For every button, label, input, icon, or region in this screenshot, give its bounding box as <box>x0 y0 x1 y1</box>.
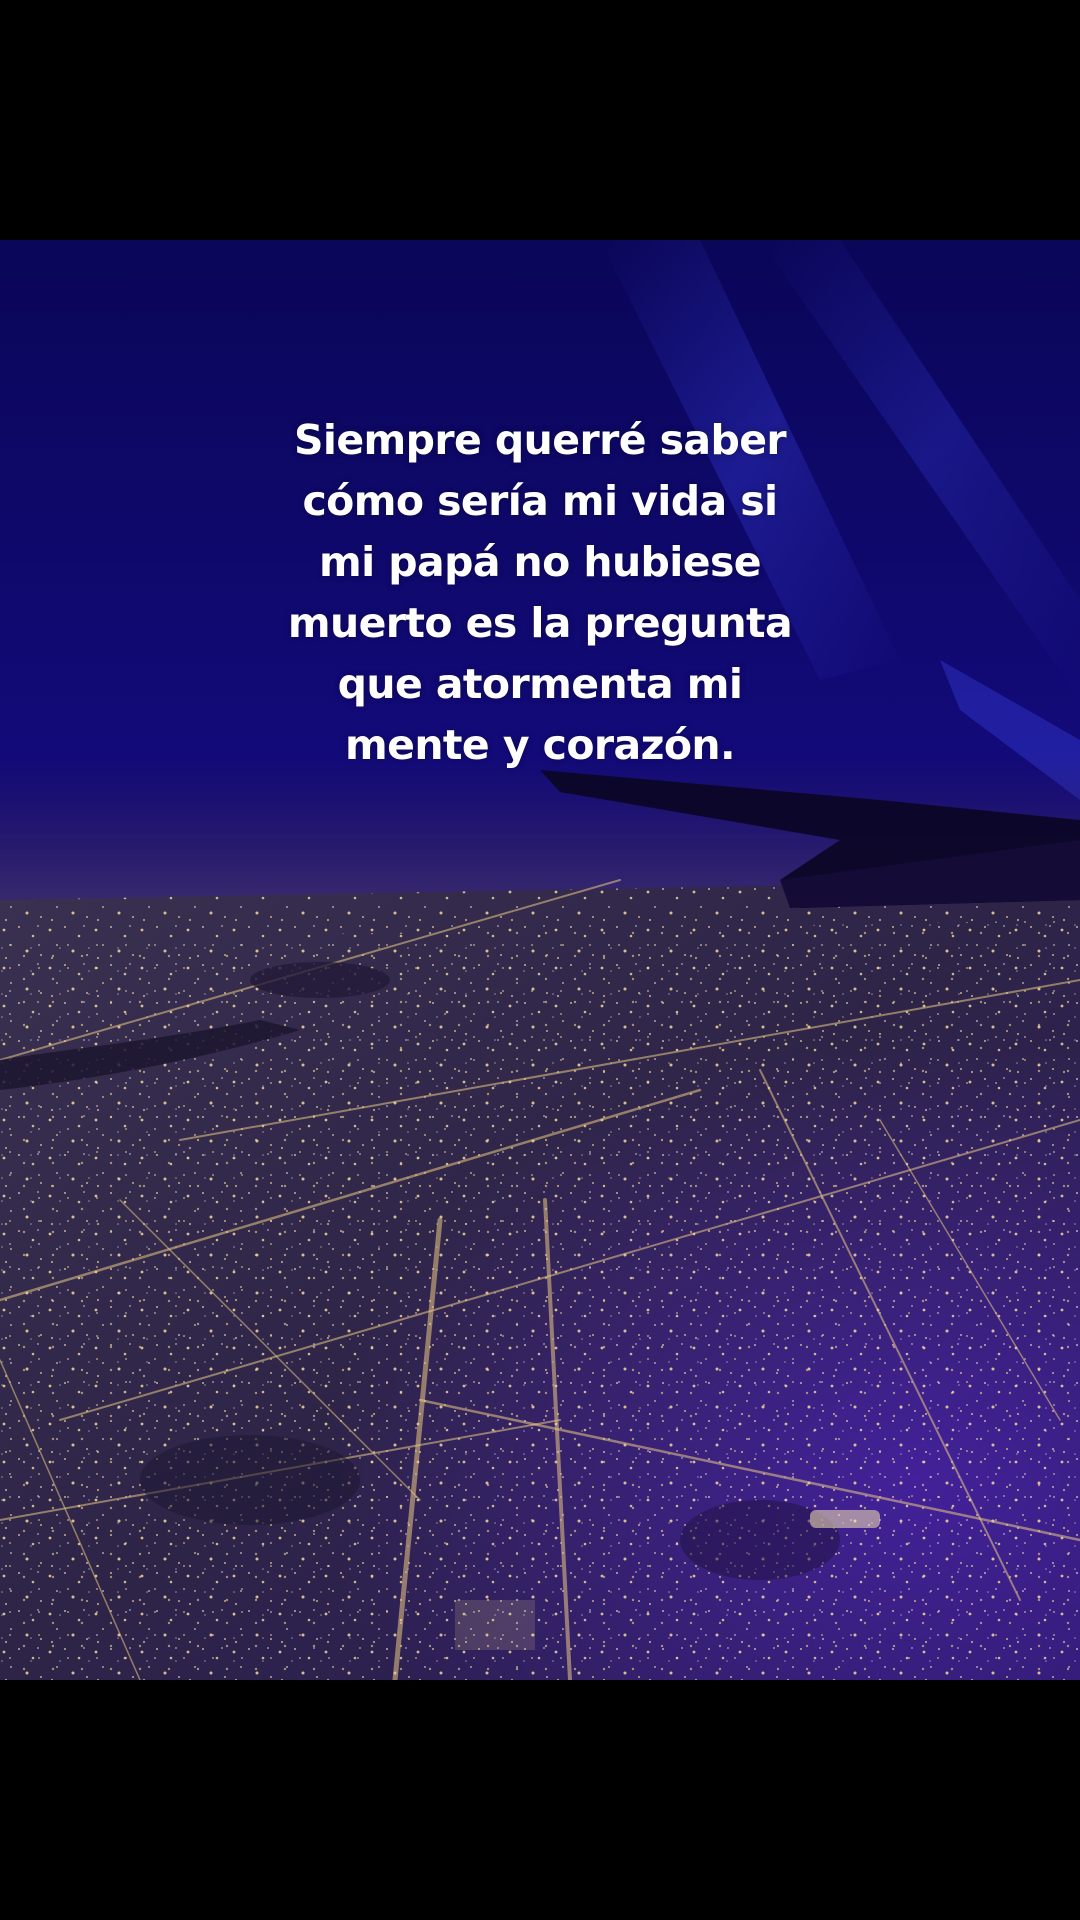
caption-line: muerto es la pregunta <box>287 599 793 647</box>
caption-overlay: Siempre querré saber cómo sería mi vida … <box>240 410 840 776</box>
letterbox-top <box>0 0 1080 240</box>
caption-line: cómo sería mi vida si <box>302 477 778 525</box>
letterbox-bottom <box>0 1680 1080 1920</box>
caption-line: mente y corazón. <box>345 721 736 769</box>
caption-line: Siempre querré saber <box>293 416 787 464</box>
video-frame: Siempre querré saber cómo sería mi vida … <box>0 0 1080 1920</box>
caption-line: mi papá no hubiese <box>319 538 762 586</box>
caption-line: que atormenta mi <box>337 660 743 708</box>
